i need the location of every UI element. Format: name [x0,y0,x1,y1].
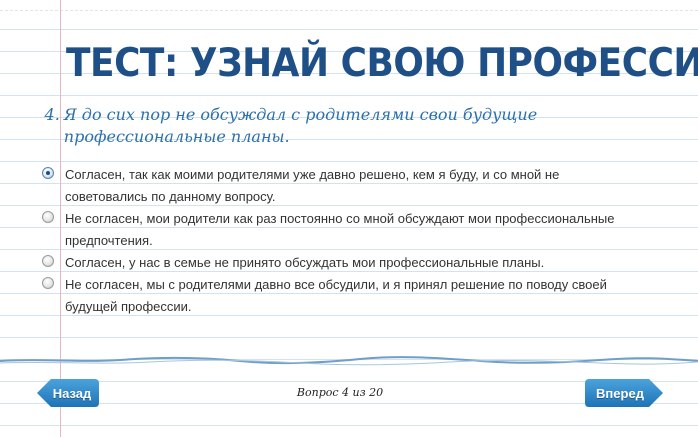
wavy-divider [0,356,698,366]
notebook-sheet: ТЕСТ: УЗНАЙ СВОЮ ПРОФЕССИЮ! 4. Я до сих … [0,0,698,437]
answer-text: Согласен, так как моими родителями уже д… [65,167,560,204]
answer-option-3[interactable]: Согласен, у нас в семье не принято обсуж… [40,252,640,274]
back-button[interactable]: Назад [37,379,99,407]
answer-option-4[interactable]: Не согласен, мы с родителями давно все о… [40,274,640,318]
radio-button[interactable] [42,255,54,267]
answer-text: Не согласен, мы с родителями давно все о… [65,277,607,314]
answer-text: Согласен, у нас в семье не принято обсуж… [65,255,545,270]
question-number: 4. [44,105,60,124]
answer-text: Не согласен, мои родители как раз постоя… [65,211,615,248]
answer-option-2[interactable]: Не согласен, мои родители как раз постоя… [40,208,640,252]
answer-option-1[interactable]: Согласен, так как моими родителями уже д… [40,164,640,208]
question: 4. Я до сих пор не обсуждал с родителями… [40,104,600,148]
question-counter: Вопрос 4 из 20 [296,386,384,399]
radio-button[interactable] [42,211,54,223]
answer-list: Согласен, так как моими родителями уже д… [40,164,640,318]
page-title: ТЕСТ: УЗНАЙ СВОЮ ПРОФЕССИЮ! [66,41,698,86]
question-text: Я до сих пор не обсуждал с родителями св… [63,105,538,146]
back-button-label: Назад [52,385,92,401]
radio-button[interactable] [42,277,54,289]
radio-button-selected[interactable] [42,167,54,179]
next-button[interactable]: Вперед [585,379,663,407]
next-button-label: Вперед [596,385,644,401]
